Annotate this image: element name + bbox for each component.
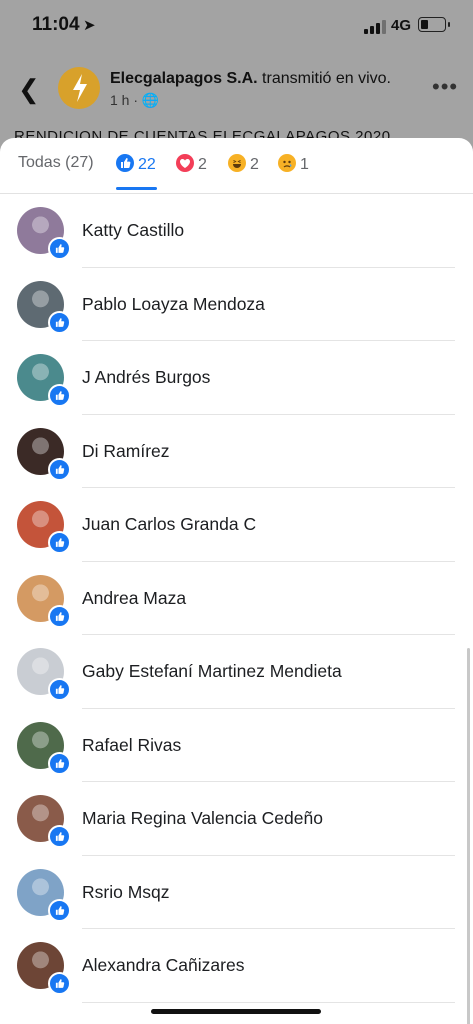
- post-author-line: Elecgalapagos S.A. transmitió en vivo.: [110, 70, 391, 88]
- lightning-icon: [73, 74, 87, 102]
- like-badge-icon: [48, 825, 71, 848]
- status-bar: 11:04 ➤ 4G: [0, 0, 473, 52]
- reactor-row[interactable]: Rsrio Msqz: [0, 856, 473, 929]
- tab-all[interactable]: Todas (27): [18, 154, 94, 172]
- like-badge-icon: [48, 751, 71, 775]
- network-type: 4G: [391, 17, 412, 34]
- sad-count: 1: [300, 156, 309, 173]
- like-badge-icon: [48, 972, 71, 995]
- page-logo-avatar[interactable]: [58, 67, 100, 109]
- reactor-name[interactable]: Gaby Estefaní Martinez Mendieta: [82, 661, 342, 682]
- love-reaction-icon: [176, 154, 194, 172]
- scrollbar[interactable]: [467, 648, 470, 1024]
- like-badge-icon: [48, 310, 71, 334]
- reactor-name[interactable]: Katty Castillo: [82, 220, 184, 241]
- like-reaction-icon: [116, 154, 134, 172]
- reactor-row[interactable]: Maria Regina Valencia Cedeño: [0, 782, 473, 856]
- reactor-row[interactable]: Rafael Rivas: [0, 709, 473, 782]
- haha-count: 2: [250, 156, 259, 173]
- clock: 11:04: [32, 14, 80, 35]
- like-badge-icon: [48, 604, 71, 628]
- active-tab-indicator: [116, 187, 157, 190]
- back-chevron-icon[interactable]: ❮: [18, 74, 40, 105]
- reactor-row[interactable]: Gaby Estefaní Martinez Mendieta: [0, 635, 473, 709]
- more-options-icon[interactable]: •••: [432, 74, 458, 100]
- haha-reaction-icon: [228, 154, 246, 172]
- reactor-name[interactable]: Andrea Maza: [82, 588, 186, 609]
- tab-haha[interactable]: 2: [228, 154, 259, 174]
- reactor-row[interactable]: Juan Carlos Granda C: [0, 488, 473, 562]
- reactor-row[interactable]: Andrea Maza: [0, 562, 473, 635]
- tab-love[interactable]: 2: [176, 154, 207, 174]
- signal-icon: [364, 20, 386, 34]
- like-badge-icon: [48, 678, 71, 701]
- tab-like[interactable]: 22: [116, 154, 156, 174]
- globe-icon: 🌐: [141, 92, 160, 108]
- battery-icon: [418, 17, 450, 32]
- like-badge-icon: [48, 531, 71, 554]
- reactor-name[interactable]: Rafael Rivas: [82, 735, 181, 756]
- like-count: 22: [138, 156, 156, 173]
- sad-reaction-icon: [278, 154, 296, 172]
- tab-sad[interactable]: 1: [278, 154, 309, 174]
- reactor-name[interactable]: Pablo Loayza Mendoza: [82, 294, 265, 315]
- reactor-row[interactable]: J Andrés Burgos: [0, 341, 473, 415]
- like-badge-icon: [48, 384, 71, 407]
- reactor-name[interactable]: Maria Regina Valencia Cedeño: [82, 808, 323, 829]
- reactor-row[interactable]: Katty Castillo: [0, 194, 473, 268]
- reaction-tabs: Todas (27) 22 2 2 1: [0, 138, 473, 194]
- reactors-list: Katty Castillo Pablo Loayza Mendoza J Andr…: [0, 194, 473, 1003]
- post-header: ❮ Elecgalapagos S.A. transmitió en vivo.…: [0, 60, 473, 120]
- reactor-row[interactable]: Alexandra Cañizares: [0, 929, 473, 1003]
- love-count: 2: [198, 156, 207, 173]
- row-divider: [82, 1001, 455, 1003]
- like-badge-icon: [48, 457, 71, 481]
- reactor-name[interactable]: Juan Carlos Granda C: [82, 514, 256, 535]
- reactor-row[interactable]: Pablo Loayza Mendoza: [0, 268, 473, 341]
- post-meta: 1 h · 🌐: [110, 92, 159, 109]
- post-action: transmitió en vivo.: [257, 70, 391, 87]
- reactions-sheet: Todas (27) 22 2 2 1 Katty Castillo Pablo …: [0, 138, 473, 1024]
- like-badge-icon: [48, 237, 71, 260]
- reactor-name[interactable]: J Andrés Burgos: [82, 367, 210, 388]
- like-badge-icon: [48, 898, 71, 922]
- reactor-row[interactable]: Di Ramírez: [0, 415, 473, 488]
- reactor-name[interactable]: Rsrio Msqz: [82, 882, 170, 903]
- reactor-name[interactable]: Di Ramírez: [82, 441, 170, 462]
- reactor-name[interactable]: Alexandra Cañizares: [82, 955, 244, 976]
- post-age: 1 h ·: [110, 92, 139, 108]
- location-arrow-icon: ➤: [83, 17, 96, 34]
- page-name[interactable]: Elecgalapagos S.A.: [110, 70, 258, 87]
- home-indicator: [151, 1009, 321, 1014]
